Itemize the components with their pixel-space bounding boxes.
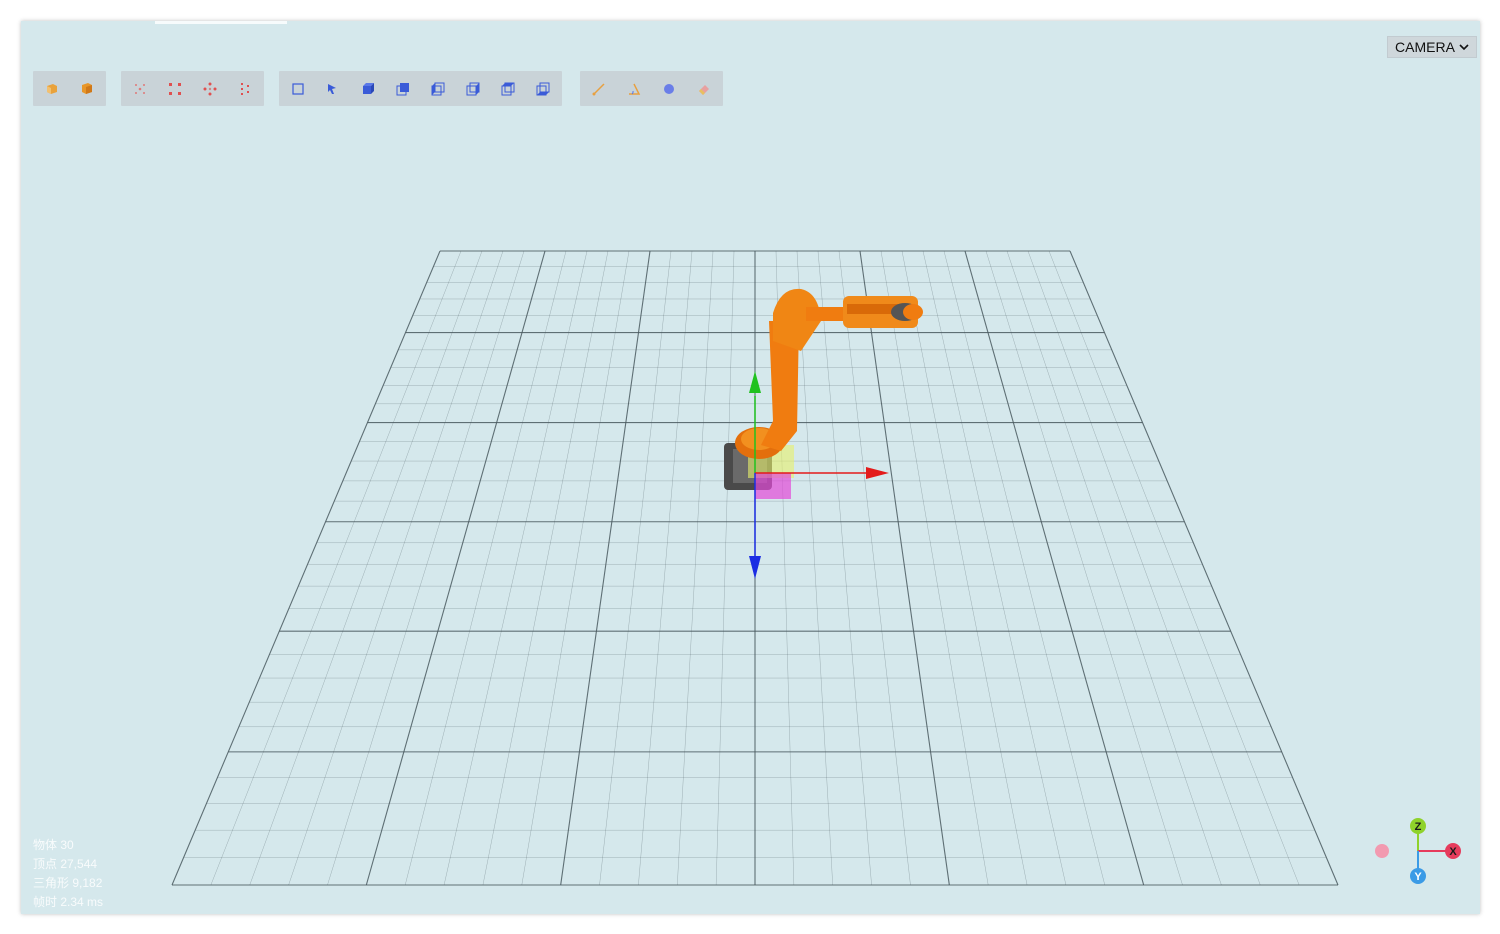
toolbar-measure	[580, 71, 723, 106]
eraser-icon	[699, 84, 709, 95]
back-view-button[interactable]	[390, 76, 416, 102]
shaded-cube-icon	[82, 82, 92, 94]
point-marker-icon	[664, 83, 674, 94]
measure-line-button[interactable]	[586, 76, 612, 102]
grid-line-vertical	[521, 250, 630, 886]
robot-wrist	[903, 304, 923, 320]
selection-box-magenta	[755, 473, 791, 499]
grid-line-vertical	[880, 250, 989, 886]
grid-line-vertical	[443, 250, 588, 886]
grid-line-vertical	[922, 250, 1067, 886]
grid-line-vertical	[288, 250, 504, 886]
grid-line-vertical	[1006, 250, 1222, 886]
gizmo-y-arrow[interactable]	[749, 371, 761, 393]
robot-upper-arm-link	[806, 307, 848, 321]
grid-line-vertical	[677, 250, 714, 886]
stat-vertices: 顶点 27,544	[33, 857, 98, 871]
grid-line-vertical	[560, 250, 651, 886]
grid-line-vertical	[404, 250, 567, 886]
snap-move-icon	[203, 82, 217, 95]
grid-line-vertical	[482, 250, 609, 886]
grid-line-vertical	[817, 250, 872, 886]
toolbar-views	[279, 71, 562, 106]
select-tool-button[interactable]	[320, 76, 346, 102]
snap-points-button[interactable]	[232, 76, 258, 102]
render-stats: 物体 30 顶点 27,544 三角形 9,182 帧时 2.34 ms	[33, 836, 103, 912]
stat-frame-time: 帧时 2.34 ms	[33, 895, 104, 909]
grid-line-vertical	[599, 250, 672, 886]
right-view-button[interactable]	[460, 76, 486, 102]
camera-select-label: CAMERA	[1395, 39, 1455, 55]
measure-angle-button[interactable]	[621, 76, 647, 102]
stat-triangles: 三角形 9,182	[33, 876, 103, 890]
shaded-cube-button[interactable]	[74, 76, 100, 102]
front-view-button[interactable]	[355, 76, 381, 102]
grid-line-vertical	[901, 250, 1028, 886]
toolbar-snap	[121, 71, 264, 106]
snap-points-icon	[241, 82, 249, 95]
grid-line-vertical	[365, 250, 546, 886]
grid-line-vertical	[1069, 250, 1339, 886]
grid-line-vertical	[838, 250, 911, 886]
eraser-button[interactable]	[691, 76, 717, 102]
grid-line-vertical	[327, 250, 525, 886]
snap-move-button[interactable]	[197, 76, 223, 102]
3d-scene-canvas[interactable]	[21, 21, 1480, 914]
measure-angle-icon	[629, 83, 641, 95]
grid-line-vertical	[859, 250, 950, 886]
top-view-icon	[501, 82, 515, 95]
camera-select[interactable]: CAMERA	[1387, 36, 1477, 58]
snap-center-button[interactable]	[127, 76, 153, 102]
robot-arm-model[interactable]	[724, 288, 923, 499]
left-view-button[interactable]	[425, 76, 451, 102]
front-view-icon	[363, 82, 374, 94]
grid-line-vertical	[1048, 250, 1300, 886]
grid-line-vertical	[210, 250, 462, 886]
back-view-icon	[396, 82, 409, 95]
grid-line-vertical	[964, 250, 1145, 886]
frame-view-icon	[292, 82, 304, 95]
right-view-icon	[466, 82, 480, 95]
3d-viewport-frame[interactable]: CAMERA 物体 30 顶点 27,544 三角形 9,182 帧时 2.34…	[21, 21, 1480, 914]
solid-cube-button[interactable]	[39, 76, 65, 102]
axis-y-label: Y	[1414, 871, 1422, 883]
grid-line-vertical	[985, 250, 1183, 886]
snap-center-icon	[135, 83, 145, 94]
bottom-view-button[interactable]	[530, 76, 556, 102]
toolbar-view-mode	[33, 71, 106, 106]
grid-line-vertical	[943, 250, 1106, 886]
measure-line-icon	[592, 82, 605, 95]
top-view-button[interactable]	[495, 76, 521, 102]
grid-line-vertical	[1027, 250, 1261, 886]
grid-line-vertical	[638, 250, 693, 886]
solid-cube-icon	[47, 83, 57, 94]
point-marker-button[interactable]	[656, 76, 682, 102]
select-tool-icon	[328, 83, 336, 94]
grid-line-vertical	[171, 250, 441, 886]
snap-corners-button[interactable]	[162, 76, 188, 102]
frame-view-button[interactable]	[285, 76, 311, 102]
left-view-icon	[431, 82, 445, 95]
gizmo-x-arrow[interactable]	[866, 467, 889, 479]
grid-line-vertical	[715, 250, 735, 886]
snap-corners-icon	[169, 82, 181, 95]
axis-x-label: X	[1449, 846, 1457, 858]
axis-orientation-gizmo[interactable]: Z X Y	[1366, 811, 1466, 886]
stat-objects: 物体 30	[33, 838, 74, 852]
chevron-down-icon	[1459, 44, 1469, 51]
grid-line-vertical	[249, 250, 483, 886]
axis-z-label: Z	[1415, 821, 1422, 833]
axis-negative-x-dot[interactable]	[1375, 844, 1389, 858]
bottom-view-icon	[536, 82, 550, 95]
gizmo-z-arrow[interactable]	[749, 556, 761, 579]
